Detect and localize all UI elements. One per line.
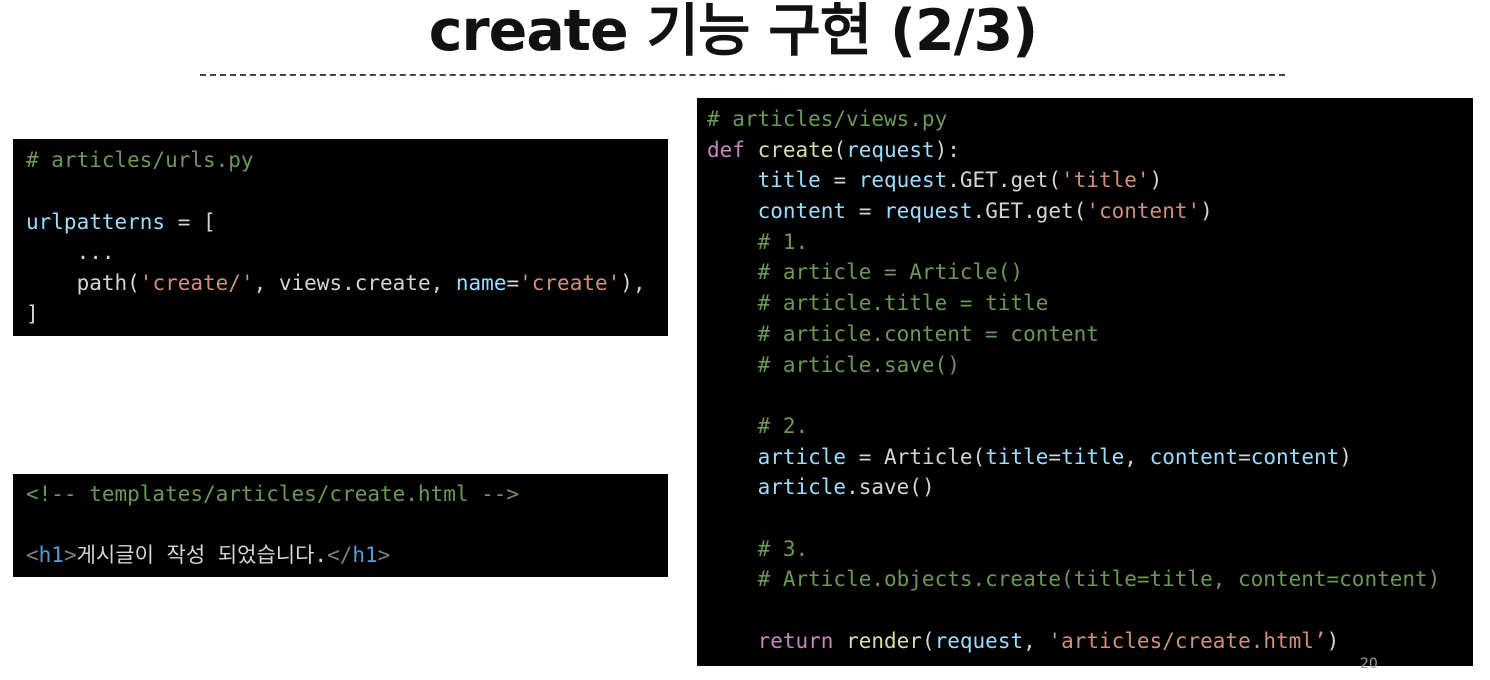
code-comment: # article.title = title bbox=[707, 291, 1049, 316]
code-keyword: return bbox=[757, 628, 834, 653]
code-variable: request bbox=[846, 137, 935, 162]
code-variable: content bbox=[757, 199, 847, 224]
code-text: ) bbox=[1326, 628, 1340, 653]
code-string: 'create/' bbox=[139, 271, 254, 296]
tag-bracket: </ bbox=[327, 543, 353, 568]
code-line: def create(request): bbox=[707, 135, 1473, 166]
code-text: = bbox=[1048, 444, 1062, 469]
code-string: 'content' bbox=[1086, 199, 1201, 224]
code-line: ... bbox=[26, 240, 115, 265]
code-function: render bbox=[846, 628, 922, 653]
code-line: article = Article(title=title, content=c… bbox=[707, 442, 1473, 473]
code-variable: article bbox=[757, 475, 847, 500]
code-string: 'articles/create.html’ bbox=[1048, 628, 1327, 653]
code-text: , bbox=[1124, 444, 1150, 469]
code-comment: # 1. bbox=[707, 229, 809, 254]
code-keyword: def bbox=[707, 137, 745, 162]
code-text: ) bbox=[1149, 168, 1163, 193]
code-text: ) bbox=[1200, 199, 1213, 224]
page-number: 20 bbox=[1360, 656, 1378, 672]
tag-bracket: > bbox=[377, 543, 391, 568]
code-line: path('create/', views.create, name='crea… bbox=[26, 268, 668, 299]
code-text: 게시글이 작성 되었습니다. bbox=[76, 543, 328, 568]
views-code-block: # articles/views.py def create(request): … bbox=[697, 98, 1473, 666]
code-text: = bbox=[506, 271, 520, 296]
code-line: content = request.GET.get('content') bbox=[707, 196, 1473, 227]
code-text: ( bbox=[921, 628, 935, 653]
code-text: = [ bbox=[165, 209, 216, 234]
code-text: ): bbox=[934, 137, 960, 162]
tag-bracket: > bbox=[63, 543, 77, 568]
code-line: ] bbox=[26, 301, 39, 326]
code-line: article.save() bbox=[707, 472, 1473, 503]
code-text: , bbox=[1023, 628, 1049, 653]
code-comment: # article = Article() bbox=[707, 260, 1024, 285]
title-divider bbox=[200, 74, 1285, 76]
urls-code-block: # articles/urls.py urlpatterns = [ ... pa… bbox=[13, 139, 668, 336]
html-tag: h1 bbox=[38, 543, 64, 568]
code-line: <h1>게시글이 작성 되었습니다.</h1> bbox=[26, 540, 668, 571]
code-string: 'title' bbox=[1061, 168, 1150, 193]
code-text: Article( bbox=[884, 444, 986, 469]
code-line: urlpatterns = [ bbox=[26, 207, 668, 238]
code-text: ) bbox=[1339, 444, 1352, 469]
code-text: , views.create, bbox=[253, 271, 456, 296]
code-text: = bbox=[846, 199, 885, 224]
code-text: = bbox=[820, 168, 859, 193]
code-comment: # article.content = content bbox=[707, 321, 1099, 346]
code-text: ( bbox=[833, 137, 847, 162]
code-line: title = request.GET.get('title') bbox=[707, 165, 1473, 196]
slide-title: create 기능 구현 (2/3) bbox=[428, 0, 1038, 64]
code-keyword-arg: title bbox=[985, 444, 1049, 469]
code-comment: # Article.objects.create(title=title, co… bbox=[707, 567, 1441, 592]
code-text: = bbox=[846, 444, 885, 469]
code-text: .GET.get( bbox=[972, 199, 1087, 224]
code-comment: # article.save() bbox=[707, 352, 960, 377]
code-text: ), bbox=[620, 271, 646, 296]
code-text: = bbox=[1238, 444, 1251, 469]
code-comment: # 3. bbox=[707, 536, 809, 561]
code-comment: # articles/views.py bbox=[707, 107, 948, 131]
code-variable: article bbox=[757, 444, 847, 469]
code-comment: # articles/urls.py bbox=[26, 148, 254, 172]
tag-bracket: < bbox=[26, 543, 39, 568]
code-comment: # 2. bbox=[707, 413, 809, 438]
code-text: path( bbox=[26, 271, 140, 296]
code-text: .GET.get( bbox=[947, 168, 1062, 193]
code-function: create bbox=[757, 137, 834, 162]
code-keyword-arg: name bbox=[455, 271, 507, 296]
code-string: 'create' bbox=[519, 271, 621, 296]
code-variable: request bbox=[934, 628, 1024, 653]
code-text: .save() bbox=[846, 475, 935, 500]
code-comment: <!-- templates/articles/create.html --> bbox=[26, 482, 520, 506]
code-variable: title bbox=[757, 168, 821, 193]
code-keyword-arg: content bbox=[1149, 444, 1239, 469]
code-variable: title bbox=[1061, 444, 1125, 469]
code-variable: urlpatterns bbox=[26, 209, 166, 234]
code-line: return render(request, 'articles/create.… bbox=[707, 626, 1473, 657]
code-variable: request bbox=[884, 199, 973, 224]
html-tag: h1 bbox=[352, 543, 378, 568]
code-variable: request bbox=[858, 168, 948, 193]
html-code-block: <!-- templates/articles/create.html --> <… bbox=[13, 474, 668, 577]
code-variable: content bbox=[1250, 444, 1340, 469]
